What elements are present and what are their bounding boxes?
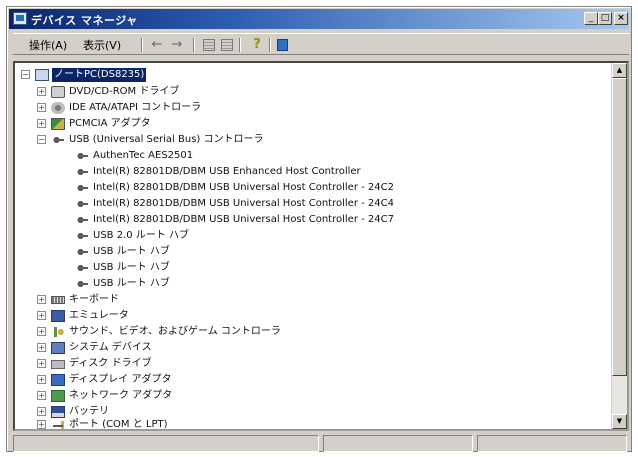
device-manager-window: デバイス マネージャ _ □ × 操作(A) 表示(V) ← → ? − ノート… <box>6 6 632 452</box>
tree-leaf-label: Intel(R) 82801DB/DBM USB Universal Host … <box>93 198 394 209</box>
expand-toggle[interactable]: + <box>37 119 46 128</box>
usb-device-icon <box>75 166 89 178</box>
status-bar <box>13 435 629 453</box>
display-adapter-icon <box>51 374 65 386</box>
view-list-icon[interactable] <box>221 39 233 51</box>
usb-device-icon <box>75 262 89 274</box>
maximize-button[interactable]: □ <box>598 12 612 25</box>
toolbar-separator <box>269 38 271 52</box>
expand-toggle[interactable]: + <box>37 295 46 304</box>
collapse-toggle[interactable]: − <box>37 135 46 144</box>
refresh-icon[interactable] <box>277 39 288 51</box>
usb-device-icon <box>75 214 89 226</box>
dvd-drive-icon <box>51 86 65 98</box>
expand-toggle[interactable]: + <box>37 420 46 429</box>
close-button[interactable]: × <box>614 12 628 25</box>
expand-toggle[interactable]: + <box>37 359 46 368</box>
network-adapter-icon <box>51 390 65 402</box>
back-button[interactable]: ← <box>149 37 165 53</box>
expand-toggle[interactable]: + <box>37 407 46 416</box>
usb-device-icon <box>75 230 89 242</box>
vertical-scrollbar[interactable]: ▲ ▼ <box>611 63 627 429</box>
scroll-thumb[interactable] <box>612 78 627 376</box>
expand-toggle[interactable]: + <box>37 87 46 96</box>
tree-node-label: IDE ATA/ATAPI コントローラ <box>69 102 202 113</box>
tree-node-label: ディスク ドライブ <box>69 358 152 369</box>
expand-toggle[interactable]: + <box>37 343 46 352</box>
collapse-toggle[interactable]: − <box>21 70 30 79</box>
tree-node-label: エミュレータ <box>69 310 129 321</box>
help-icon[interactable]: ? <box>249 37 265 53</box>
usb-icon <box>51 134 65 146</box>
tree-node-label: サウンド、ビデオ、およびゲーム コントローラ <box>69 326 281 337</box>
expand-toggle[interactable]: + <box>37 103 46 112</box>
tree-node-label: キーボード <box>69 294 119 305</box>
menu-toolbar: 操作(A) 表示(V) ← → ? <box>13 33 629 55</box>
tree-node-label: PCMCIA アダプタ <box>69 118 151 129</box>
expand-toggle[interactable]: + <box>37 311 46 320</box>
minimize-button[interactable]: _ <box>584 12 598 25</box>
expand-toggle[interactable]: + <box>37 327 46 336</box>
tree-node-label: DVD/CD-ROM ドライブ <box>69 86 180 97</box>
toolbar-separator <box>193 38 195 52</box>
scroll-up-button[interactable]: ▲ <box>612 63 627 78</box>
tree-root-label: ノートPC(DS8235) <box>52 68 147 82</box>
tree-leaf-label: Intel(R) 82801DB/DBM USB Universal Host … <box>93 182 394 193</box>
status-panel <box>13 435 319 452</box>
tree-leaf-label: USB ルート ハブ <box>93 262 170 273</box>
usb-device-icon <box>75 182 89 194</box>
device-tree[interactable]: − ノートPC(DS8235) + DVD/CD-ROM ドライブ + IDE … <box>13 61 629 431</box>
port-icon <box>51 419 65 429</box>
pcmcia-icon <box>51 118 65 130</box>
scroll-down-button[interactable]: ▼ <box>612 414 627 429</box>
tree-leaf-label: Intel(R) 82801DB/DBM USB Universal Host … <box>93 214 394 225</box>
system-device-icon <box>51 342 65 354</box>
ide-controller-icon <box>51 102 65 114</box>
tree-node-label: ディスプレイ アダプタ <box>69 374 172 385</box>
toolbar-separator <box>239 38 241 52</box>
usb-device-icon <box>75 278 89 290</box>
usb-device-icon <box>75 150 89 162</box>
usb-device-icon <box>75 246 89 258</box>
battery-icon <box>51 406 65 418</box>
tree-node-label: ネットワーク アダプタ <box>69 390 173 401</box>
tree-leaf-label: USB 2.0 ルート ハブ <box>93 230 189 241</box>
tree-node-label: バッテリ <box>69 406 109 417</box>
window-title: デバイス マネージャ <box>31 14 138 27</box>
keyboard-icon <box>51 296 65 304</box>
disk-drive-icon <box>51 360 65 369</box>
tree-node-label: ポート (COM と LPT) <box>69 419 168 430</box>
menu-view[interactable]: 表示(V) <box>83 37 121 53</box>
tree-leaf-label: Intel(R) 82801DB/DBM USB Enhanced Host C… <box>93 166 361 177</box>
usb-device-icon <box>75 198 89 210</box>
tree-node-label: USB (Universal Serial Bus) コントローラ <box>69 134 264 145</box>
tree-leaf-label: AuthenTec AES2501 <box>93 150 194 161</box>
properties-grid-icon[interactable] <box>203 39 215 51</box>
status-panel <box>477 435 627 452</box>
status-panel <box>323 435 473 452</box>
computer-icon <box>35 69 49 81</box>
tree-leaf-label: USB ルート ハブ <box>93 246 170 257</box>
forward-button[interactable]: → <box>169 37 185 53</box>
expand-toggle[interactable]: + <box>37 391 46 400</box>
emulator-icon <box>51 310 65 322</box>
tree-root[interactable]: − ノートPC(DS8235) <box>15 67 613 83</box>
title-bar[interactable]: デバイス マネージャ _ □ × <box>9 9 629 29</box>
toolbar-separator <box>141 38 143 52</box>
expand-toggle[interactable]: + <box>37 375 46 384</box>
device-manager-icon <box>13 12 27 25</box>
tree-leaf-label: USB ルート ハブ <box>93 278 170 289</box>
menu-action[interactable]: 操作(A) <box>29 37 67 53</box>
tree-node-label: システム デバイス <box>69 342 152 353</box>
sound-video-icon <box>51 326 65 338</box>
